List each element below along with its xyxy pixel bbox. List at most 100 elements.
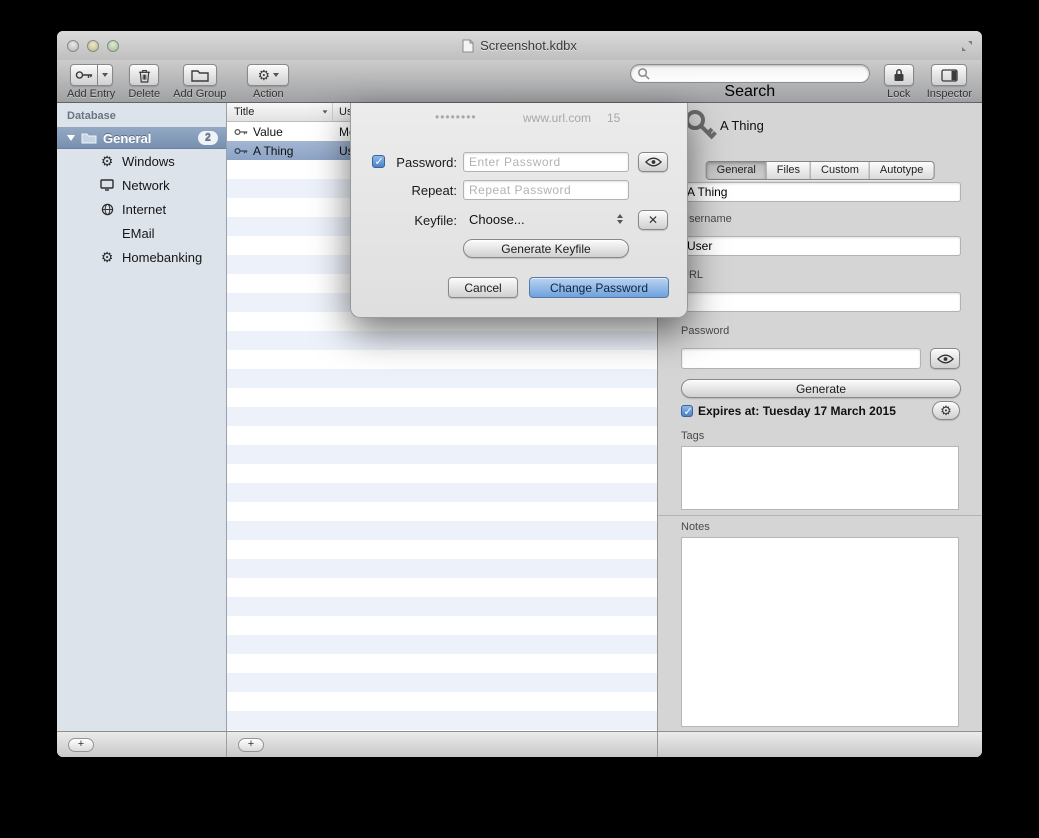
sort-indicator-icon	[323, 110, 328, 113]
add-entry-footer-button[interactable]: +	[238, 738, 264, 752]
lock-button[interactable]	[884, 64, 914, 86]
add-entry-label: Add Entry	[67, 88, 115, 100]
inspector-tabs: General Files Custom Autotype	[706, 161, 935, 180]
username-label: Username	[681, 213, 732, 225]
sidebar: Database General 2 Windows	[57, 103, 227, 731]
sidebar-item-homebanking[interactable]: Homebanking	[57, 245, 226, 269]
lock-label: Lock	[887, 88, 910, 100]
search-field[interactable]	[630, 64, 870, 83]
dialog-repeat-input[interactable]	[464, 181, 628, 199]
delete-button[interactable]	[129, 64, 159, 86]
username-field[interactable]	[682, 237, 960, 255]
title-field[interactable]	[682, 183, 960, 201]
tags-label: Tags	[681, 430, 704, 442]
windows-icon	[99, 154, 115, 168]
change-password-sheet: •••••••• www.url.com 15 Password: Repeat…	[350, 103, 688, 318]
sidebar-item-network[interactable]: Network	[57, 173, 226, 197]
inspector-footer	[658, 732, 982, 757]
chevron-down-icon	[102, 73, 108, 77]
globe-icon	[99, 203, 115, 216]
sidebar-item-internet[interactable]: Internet	[57, 197, 226, 221]
sidebar-item-windows[interactable]: Windows	[57, 149, 226, 173]
add-entry-dropdown[interactable]	[98, 64, 113, 86]
url-field-wrap	[681, 292, 961, 312]
desktop-background: Screenshot.kdbx	[0, 0, 1039, 838]
sidebar-item-label: EMail	[122, 226, 155, 241]
add-entry-group: Add Entry	[67, 64, 115, 100]
add-group-group: Add Group	[173, 64, 226, 100]
action-group: ⚙ Action	[247, 64, 289, 100]
disclosure-triangle-icon[interactable]	[67, 135, 75, 141]
notes-label: Notes	[681, 521, 710, 533]
expires-settings-button[interactable]	[932, 401, 960, 420]
folder-icon	[81, 132, 97, 144]
dialog-password-label: Password:	[387, 155, 457, 170]
app-window: Screenshot.kdbx	[57, 31, 982, 757]
dialog-password-input[interactable]	[464, 153, 628, 171]
add-group-footer-button[interactable]: +	[68, 738, 94, 752]
reveal-password-button[interactable]	[930, 348, 960, 369]
folder-icon	[191, 68, 209, 82]
key-icon	[234, 147, 248, 155]
dialog-password-field-wrap	[463, 152, 629, 172]
inspector-entry-title: A Thing	[720, 118, 764, 133]
eye-icon	[937, 354, 954, 364]
keyfile-popup[interactable]: Choose...	[463, 208, 629, 230]
change-password-button[interactable]: Change Password	[529, 277, 669, 298]
delete-group: Delete	[128, 64, 160, 100]
sidebar-group-label: General	[103, 131, 151, 146]
password-field[interactable]	[682, 349, 920, 368]
url-field[interactable]	[682, 293, 960, 311]
add-group-button[interactable]	[183, 64, 217, 86]
username-field-wrap	[681, 236, 961, 256]
action-button[interactable]: ⚙	[247, 64, 289, 86]
password-checkbox[interactable]	[372, 155, 385, 168]
entry-count-badge: 2	[198, 131, 218, 145]
cancel-button[interactable]: Cancel	[448, 277, 518, 298]
sidebar-header: Database	[57, 103, 226, 127]
notes-input[interactable]	[682, 538, 958, 726]
sidebar-group-general[interactable]: General 2	[57, 127, 226, 149]
sidebar-item-label: Homebanking	[122, 250, 202, 265]
inspector-panel: A Thing General Files Custom Autotype Us…	[658, 103, 982, 731]
background-modified-text: 15	[607, 111, 620, 125]
keyfile-popup-value: Choose...	[463, 212, 525, 227]
fullscreen-icon[interactable]	[961, 40, 973, 52]
sidebar-item-email[interactable]: EMail	[57, 221, 226, 245]
dialog-reveal-button[interactable]	[638, 152, 668, 172]
lock-group: Lock	[884, 64, 914, 100]
toolbar: Add Entry Delete Add Group	[57, 60, 982, 103]
dialog-keyfile-label: Keyfile:	[387, 213, 457, 228]
key-icon	[75, 70, 93, 80]
column-header-title[interactable]: Title	[227, 103, 333, 121]
inspector-panel-icon	[941, 69, 958, 82]
monitor-icon	[99, 179, 115, 191]
section-divider	[658, 515, 982, 516]
add-entry-button[interactable]	[70, 64, 98, 86]
add-group-label: Add Group	[173, 88, 226, 100]
search-icon	[637, 67, 650, 80]
tags-input[interactable]	[682, 447, 958, 509]
chevron-down-icon	[273, 73, 279, 77]
title-bar[interactable]: Screenshot.kdbx	[57, 31, 982, 60]
trash-icon	[138, 68, 151, 83]
tab-custom[interactable]: Custom	[810, 162, 869, 179]
footer-bar: + +	[57, 731, 982, 757]
eye-icon	[645, 157, 662, 167]
generate-keyfile-button[interactable]: Generate Keyfile	[463, 239, 629, 258]
tab-files[interactable]: Files	[766, 162, 810, 179]
gear-icon: ⚙	[258, 68, 271, 82]
sidebar-item-label: Internet	[122, 202, 166, 217]
column-title-label: Title	[234, 106, 254, 118]
clear-keyfile-button[interactable]	[638, 210, 668, 230]
tags-box	[681, 446, 959, 510]
search-input[interactable]	[650, 66, 863, 82]
homebanking-icon	[99, 250, 115, 264]
inspector-button[interactable]	[931, 64, 967, 86]
window-title-area: Screenshot.kdbx	[57, 31, 982, 60]
tab-general[interactable]: General	[707, 162, 766, 179]
generate-password-button[interactable]: Generate	[681, 379, 961, 398]
tab-autotype[interactable]: Autotype	[869, 162, 933, 179]
expires-checkbox[interactable]	[681, 405, 693, 417]
title-field-wrap	[681, 182, 961, 202]
